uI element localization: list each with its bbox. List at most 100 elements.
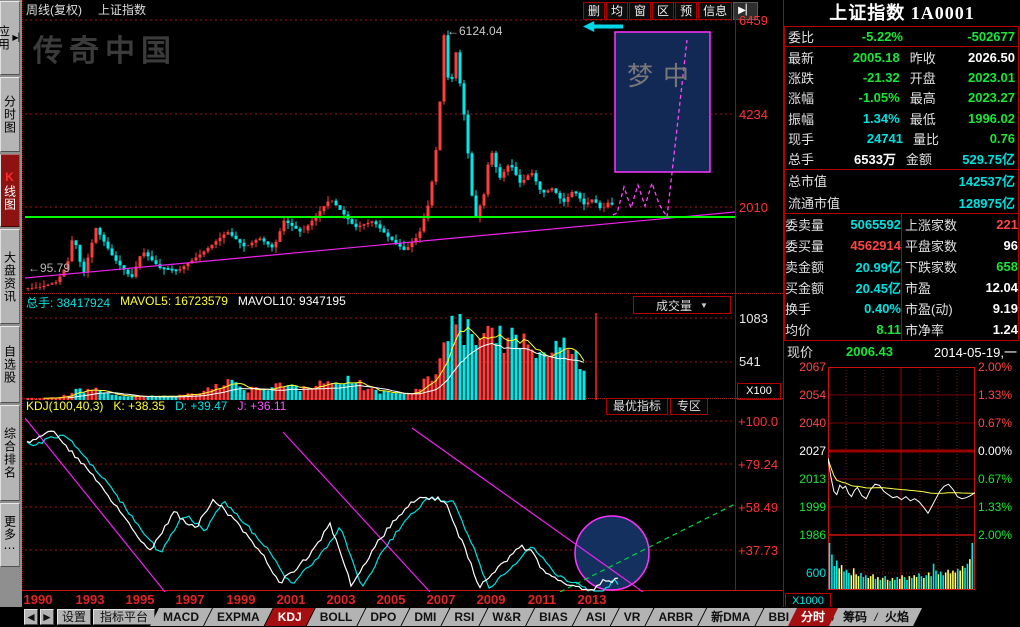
quote-title: 上证指数 1A0001 bbox=[784, 0, 1020, 26]
sidebar-item-label: K线图 bbox=[2, 170, 19, 211]
quote-row: 流通市值128975亿 bbox=[785, 192, 1018, 214]
peak-annotation: ←6124.04 bbox=[447, 24, 502, 38]
sidebar-item-more[interactable]: 更多⋯ bbox=[0, 503, 20, 567]
kdj-button-0[interactable]: 最优指标 bbox=[606, 398, 668, 415]
kdj-y-label-4: +37.73 bbox=[738, 543, 778, 558]
intraday-pct-label: 1.33% bbox=[978, 500, 1020, 514]
kdj-y-label-2: +79.24 bbox=[738, 457, 778, 472]
intraday-price-label: 2013 bbox=[784, 472, 826, 486]
stock-trading-app: ▶▏应用分时图K线图大盘资讯自选股综合排名更多⋯ 周线(复权) 上证指数 删均窗… bbox=[0, 0, 1020, 627]
vol-y-label-2: 541 bbox=[739, 354, 761, 369]
volume-header-seg-0: 总手: 38417924 bbox=[26, 294, 110, 311]
tab-EXPMA[interactable]: EXPMA bbox=[204, 608, 273, 626]
kdj-buttons: 最优指标专区 bbox=[606, 398, 708, 415]
year-label: 2003 bbox=[323, 592, 359, 607]
intraday-pct-label: 0.00% bbox=[978, 444, 1020, 458]
tab-ARBR[interactable]: ARBR bbox=[645, 608, 706, 626]
scroll-right-button[interactable]: ► bbox=[40, 609, 54, 625]
year-label: 2007 bbox=[423, 592, 459, 607]
axis-separator-line bbox=[735, 15, 736, 590]
quote-row: 委比-5.22%-502677 bbox=[785, 27, 1018, 46]
volume-header-seg-2: MAVOL10: 9347195 bbox=[238, 294, 346, 311]
sidebar-item-apps[interactable]: ▶▏应用 bbox=[0, 1, 20, 75]
quote-row: 最新2005.18昨收2026.50 bbox=[785, 47, 1018, 67]
tab-BIAS[interactable]: BIAS bbox=[526, 608, 581, 626]
sidebar-item-label: 更多⋯ bbox=[2, 515, 19, 556]
sidebar-item-label: 综合排名 bbox=[2, 427, 19, 479]
indicator-platform-button[interactable]: 指标平台 bbox=[93, 609, 155, 625]
year-label: 2013 bbox=[574, 592, 610, 607]
kdj-header-seg-2: D: +39.47 bbox=[175, 399, 227, 413]
intraday-price-label: 2054 bbox=[784, 388, 826, 402]
year-label: 2011 bbox=[524, 592, 560, 607]
tab-新DMA[interactable]: 新DMA bbox=[698, 608, 763, 626]
quote-row: 均价8.11市净率1.24 bbox=[785, 319, 1018, 340]
intraday-vol-label: 600 bbox=[784, 566, 826, 580]
year-label: 2005 bbox=[373, 592, 409, 607]
vol-scale-label: X100 bbox=[737, 383, 781, 400]
drawn-box-label: 梦中 bbox=[616, 56, 710, 93]
watermark: 传奇中国 bbox=[33, 26, 177, 70]
kdj-header-seg-1: K: +38.35 bbox=[113, 399, 165, 413]
quote-row: 振幅1.34%最低1996.02 bbox=[785, 108, 1018, 128]
kdj-y-label-1: +100.0 bbox=[738, 414, 778, 429]
kdj-header: KDJ(100,40,3)K: +38.35D: +39.47J: +36.11 bbox=[26, 399, 296, 413]
quote-cap-box: 总市值142537亿流通市值128975亿 bbox=[784, 169, 1019, 214]
tab-ASI[interactable]: ASI bbox=[573, 608, 619, 626]
sidebar-item-label: 自选股 bbox=[2, 345, 19, 384]
right-tabstrip: 分时筹码火焰 bbox=[788, 608, 922, 626]
intraday-pct-label: 1.33% bbox=[978, 388, 1020, 402]
quote-row: 现手24741量比0.76 bbox=[785, 128, 1018, 148]
sidebar-item-label: 应用 bbox=[0, 25, 12, 51]
sidebar-item-watchlist[interactable]: 自选股 bbox=[0, 326, 20, 403]
tab-分时[interactable]: 分时 bbox=[788, 608, 838, 626]
tab-MACD[interactable]: MACD bbox=[150, 608, 212, 626]
sidebar-item-ranking[interactable]: 综合排名 bbox=[0, 405, 20, 501]
quote-price-box: 最新2005.18昨收2026.50涨跌-21.32开盘2023.01涨幅-1.… bbox=[784, 46, 1019, 170]
arrow-left-icon: ← bbox=[447, 24, 459, 38]
vol-y-label-1: 1083 bbox=[739, 311, 768, 326]
tab-DMI[interactable]: DMI bbox=[401, 608, 449, 626]
year-label: 1995 bbox=[122, 592, 158, 607]
date-label: 2014-05-19,一 bbox=[893, 342, 1017, 361]
intraday-pct-label: 0.67% bbox=[978, 472, 1020, 486]
intraday-price-label: 1986 bbox=[784, 528, 826, 542]
year-label: 1999 bbox=[223, 592, 259, 607]
quote-row: 委卖量5065592上涨家数221 bbox=[785, 214, 1018, 235]
intraday-pct-label: 0.67% bbox=[978, 416, 1020, 430]
kdj-button-1[interactable]: 专区 bbox=[670, 398, 708, 415]
sidebar-item-label: 大盘资讯 bbox=[2, 251, 19, 303]
tab-BOLL[interactable]: BOLL bbox=[307, 608, 366, 626]
volume-chart bbox=[25, 310, 735, 400]
tab-筹码[interactable]: 筹码 bbox=[830, 608, 880, 626]
quote-row: 买金额20.45亿市盈12.04 bbox=[785, 277, 1018, 298]
main-y-label-3: 2010 bbox=[739, 200, 768, 215]
quote-row: 总手6533万金额529.75亿 bbox=[785, 149, 1018, 169]
intraday-price-label: 2040 bbox=[784, 416, 826, 430]
tab-RSI[interactable]: RSI bbox=[441, 608, 487, 626]
arrow-left-icon: ← bbox=[28, 261, 40, 275]
tab-KDJ[interactable]: KDJ bbox=[265, 608, 315, 626]
low-annotation: ←95.79 bbox=[28, 261, 70, 275]
quote-row: 换手0.40%市盈(动)9.19 bbox=[785, 298, 1018, 319]
sidebar-item-kline-chart[interactable]: K线图 bbox=[0, 154, 20, 227]
quote-row: 卖金额20.99亿下跌家数658 bbox=[785, 256, 1018, 277]
settings-button[interactable]: 设置 bbox=[57, 609, 91, 625]
year-label: 2001 bbox=[273, 592, 309, 607]
sidebar-item-market-news[interactable]: 大盘资讯 bbox=[0, 229, 20, 324]
indicator-tabstrip: MACDEXPMAKDJBOLLDPODMIRSIW&RBIASASIVRARB… bbox=[150, 608, 891, 626]
tab-火焰[interactable]: 火焰 bbox=[872, 608, 922, 626]
quote-row: 涨幅-1.05%最高2023.27 bbox=[785, 88, 1018, 108]
tab-DPO[interactable]: DPO bbox=[357, 608, 409, 626]
chevron-down-icon: ▼ bbox=[700, 301, 708, 310]
year-label: 1997 bbox=[172, 592, 208, 607]
scroll-left-button[interactable]: ◄ bbox=[24, 609, 38, 625]
sidebar-item-intraday-chart[interactable]: 分时图 bbox=[0, 77, 20, 152]
tab-W&R[interactable]: W&R bbox=[479, 608, 534, 626]
year-label: 1993 bbox=[72, 592, 108, 607]
quote-breadth-box: 委卖量5065592上涨家数221委买量4562914平盘家数96卖金额20.9… bbox=[784, 213, 1019, 341]
volume-header: 总手: 38417924MAVOL5: 16723579MAVOL10: 934… bbox=[26, 294, 356, 311]
intraday-price-label: 2027 bbox=[784, 444, 826, 458]
intraday-chart bbox=[828, 367, 975, 590]
main-y-label-2: 4234 bbox=[739, 107, 768, 122]
